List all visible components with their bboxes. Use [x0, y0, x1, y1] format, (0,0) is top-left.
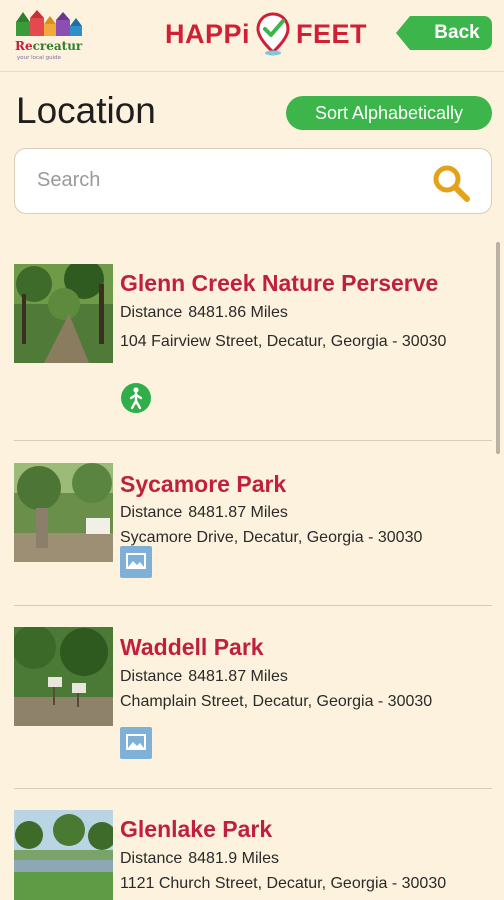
- location-address: Sycamore Drive, Decatur, Georgia - 30030: [120, 529, 423, 546]
- page-title: Location: [16, 90, 156, 131]
- image-icon: [120, 546, 152, 578]
- distance-label: Distance: [120, 850, 183, 867]
- svg-text:Recreatur: Recreatur: [15, 39, 83, 53]
- location-address: 104 Fairview Street, Decatur, Georgia - …: [120, 333, 447, 350]
- location-name[interactable]: Glenn Creek Nature Perserve: [120, 270, 438, 297]
- list-item[interactable]: Glenn Creek Nature Perserve Distance 8481…: [0, 240, 504, 441]
- location-photo: [14, 264, 113, 363]
- brand-title: HAPPi FEET: [165, 12, 367, 56]
- location-distance: Distance 8481.87 Miles: [120, 668, 288, 686]
- location-distance: Distance 8481.87 Miles: [120, 504, 288, 522]
- location-photo: [14, 463, 113, 562]
- location-distance: Distance 8481.86 Miles: [120, 304, 288, 322]
- location-name[interactable]: Sycamore Park: [120, 471, 286, 498]
- distance-value: 8481.9 Miles: [188, 850, 279, 867]
- back-button[interactable]: Back: [396, 16, 492, 50]
- location-distance: Distance 8481.9 Miles: [120, 850, 279, 868]
- brand-feet-text: FEET: [296, 18, 368, 49]
- location-photo: [14, 627, 113, 726]
- sort-alphabetically-button[interactable]: Sort Alphabetically: [286, 96, 492, 130]
- image-icon: [120, 727, 152, 759]
- svg-text:your local guide: your local guide: [17, 55, 62, 61]
- search-icon[interactable]: [431, 163, 471, 203]
- app-header: Recreatur your local guide HAPPi FEET Ba…: [0, 0, 504, 72]
- location-name[interactable]: Waddell Park: [120, 634, 264, 661]
- location-list[interactable]: Glenn Creek Nature Perserve Distance 8481…: [0, 240, 504, 900]
- distance-value: 8481.87 Miles: [188, 668, 288, 685]
- recreatur-logo[interactable]: Recreatur your local guide: [14, 8, 86, 62]
- list-item[interactable]: Glenlake Park Distance 8481.9 Miles 1121 …: [0, 789, 504, 900]
- list-item[interactable]: Sycamore Park Distance 8481.87 Miles Syca…: [0, 441, 504, 606]
- distance-label: Distance: [120, 504, 183, 521]
- brand-happi-text: HAPPi: [165, 18, 251, 49]
- distance-label: Distance: [120, 668, 183, 685]
- distance-value: 8481.86 Miles: [188, 304, 288, 321]
- list-item[interactable]: Waddell Park Distance 8481.87 Miles Champ…: [0, 606, 504, 789]
- search-input[interactable]: [37, 169, 397, 192]
- walking-person-icon: [120, 382, 152, 414]
- location-address: 1121 Church Street, Decatur, Georgia - 3…: [120, 875, 447, 892]
- list-scrollbar[interactable]: [496, 242, 500, 454]
- search-bar: [14, 148, 492, 214]
- location-name[interactable]: Glenlake Park: [120, 816, 272, 843]
- location-photo: [14, 810, 113, 900]
- distance-label: Distance: [120, 304, 183, 321]
- location-address: Champlain Street, Decatur, Georgia - 300…: [120, 693, 433, 710]
- distance-value: 8481.87 Miles: [188, 504, 288, 521]
- recreatur-logo-icon: Recreatur your local guide: [15, 10, 83, 61]
- map-pin-check-icon: [256, 12, 290, 56]
